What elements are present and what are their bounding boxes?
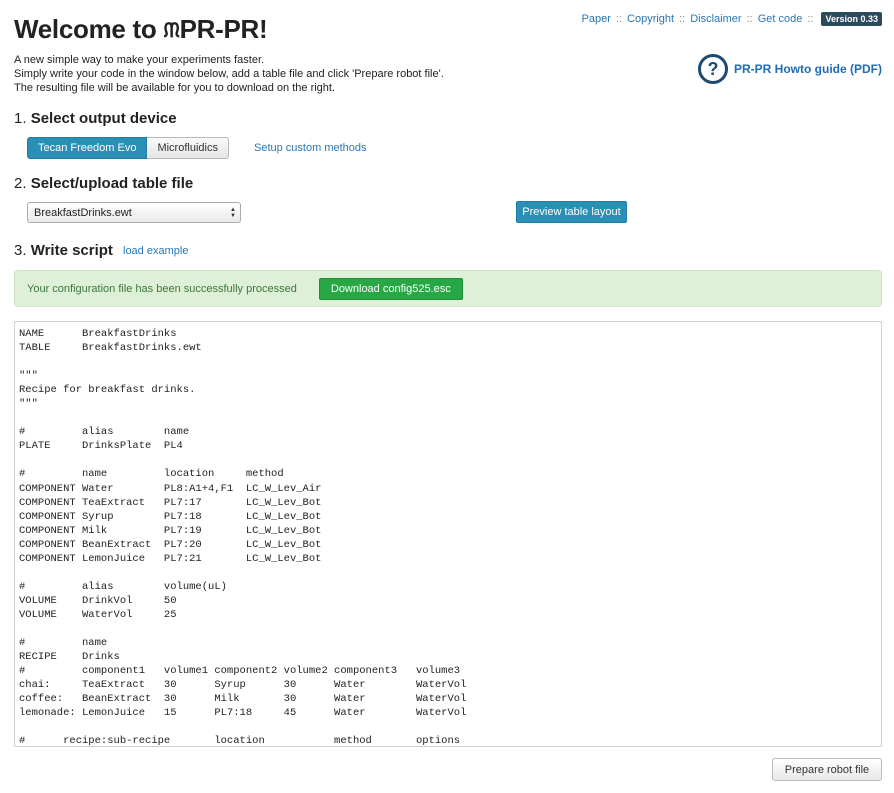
download-config-button[interactable]: Download config525.esc — [318, 277, 463, 300]
nav-separator: :: — [746, 13, 753, 25]
select-arrows-icon: ▲ ▼ — [230, 206, 236, 219]
nav-separator: :: — [679, 13, 686, 25]
nav-separator: :: — [807, 13, 814, 25]
page-title: Welcome to ᙏPR-PR! — [14, 14, 268, 45]
bug-logo-icon: ᙏ — [163, 20, 180, 42]
section-number: 2. — [14, 175, 27, 192]
howto-guide[interactable]: ? PR-PR Howto guide (PDF) — [698, 54, 882, 84]
preview-table-layout-button[interactable]: Preview table layout — [516, 201, 627, 223]
intro-text: A new simple way to make your experiment… — [14, 53, 444, 95]
version-badge: Version 0.33 — [821, 12, 882, 26]
nav-link-disclaimer[interactable]: Disclaimer — [690, 13, 741, 25]
prepare-robot-file-button[interactable]: Prepare robot file — [772, 758, 882, 781]
success-message: Your configuration file has been success… — [27, 282, 297, 295]
device-toggle-group: Tecan Freedom Evo Microfluidics — [27, 137, 229, 159]
nav-link-paper[interactable]: Paper — [582, 13, 611, 25]
section-title: Select output device — [30, 110, 177, 127]
title-suffix: PR-PR! — [179, 14, 268, 44]
nav-separator: :: — [615, 13, 623, 25]
table-file-select[interactable]: BreakfastDrinks.ewt ▲ ▼ — [27, 202, 241, 223]
top-nav: Paper :: Copyright :: Disclaimer :: Get … — [582, 12, 882, 26]
load-example-link[interactable]: load example — [123, 245, 188, 257]
section-output-device-heading: 1. Select output device — [14, 110, 177, 127]
section-title: Select/upload table file — [30, 175, 194, 192]
section-number: 3. — [14, 242, 27, 259]
device-button-microfluidics[interactable]: Microfluidics — [147, 137, 229, 159]
setup-custom-methods-link[interactable]: Setup custom methods — [254, 142, 367, 154]
table-file-select-value: BreakfastDrinks.ewt — [34, 206, 132, 219]
intro-line: The resulting file will be available for… — [14, 82, 336, 94]
device-button-tecan[interactable]: Tecan Freedom Evo — [27, 137, 148, 159]
success-alert: Your configuration file has been success… — [14, 270, 882, 307]
title-prefix: Welcome to — [14, 14, 164, 44]
section-write-script-heading: 3. Write script — [14, 242, 113, 259]
script-editor[interactable]: NAME BreakfastDrinks TABLE BreakfastDrin… — [14, 321, 882, 747]
section-number: 1. — [14, 110, 27, 127]
section-table-file-heading: 2. Select/upload table file — [14, 175, 193, 192]
question-circle-icon[interactable]: ? — [698, 54, 729, 84]
nav-link-get-code[interactable]: Get code — [758, 13, 803, 25]
script-text[interactable]: NAME BreakfastDrinks TABLE BreakfastDrin… — [19, 327, 877, 746]
section-title: Write script — [30, 242, 113, 259]
intro-line: Simply write your code in the window bel… — [14, 68, 444, 80]
intro-line: A new simple way to make your experiment… — [14, 54, 265, 66]
nav-link-copyright[interactable]: Copyright — [627, 13, 674, 25]
howto-guide-link[interactable]: PR-PR Howto guide (PDF) — [734, 62, 882, 76]
